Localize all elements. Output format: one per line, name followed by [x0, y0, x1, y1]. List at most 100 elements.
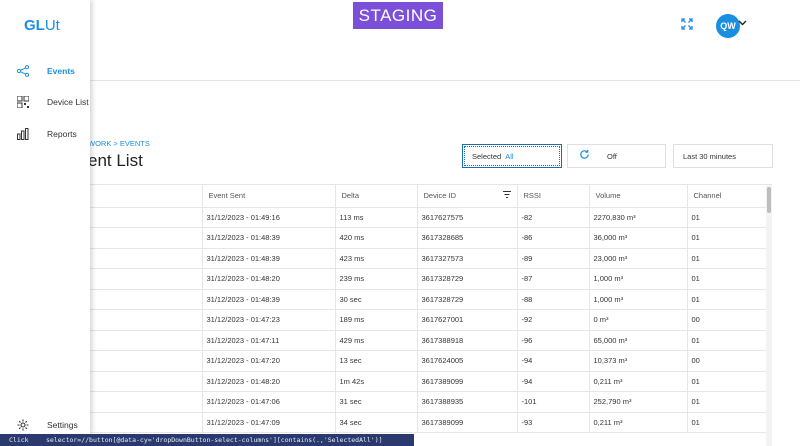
table-cell: 00 — [687, 309, 767, 331]
logo-bold-text: GL — [24, 17, 45, 34]
table-cell: -88 — [517, 289, 590, 310]
table-cell: 01 — [687, 371, 767, 392]
table-row[interactable]: 2/2023 - 01:48:0931/12/2023 - 01:48:3930… — [0, 289, 767, 310]
table-cell: 3617328685 — [417, 227, 518, 249]
sidebar: GLUt Events Device List Reports Settings — [0, 0, 90, 434]
time-range-value: Last 30 minutes — [683, 151, 736, 161]
table-cell: 36,000 m³ — [589, 227, 688, 249]
table-cell: -101 — [517, 391, 590, 413]
table-cell: 31/12/2023 - 01:48:20 — [202, 268, 336, 290]
app-logo[interactable]: GLUt — [24, 17, 60, 34]
table-cell: 3617327573 — [417, 248, 518, 269]
table-cell: 31/12/2023 - 01:47:23 — [202, 309, 336, 331]
table-cell: 189 ms — [335, 309, 418, 331]
table-cell: -93 — [517, 412, 590, 433]
table-cell: -92 — [517, 309, 590, 331]
table-row[interactable]: 2/2023 - 01:48:3931/12/2023 - 01:48:3942… — [0, 227, 767, 249]
table-cell: 0 m³ — [589, 309, 688, 331]
table-cell: 113 ms — [335, 207, 418, 228]
table-cell: 31/12/2023 - 01:48:39 — [202, 248, 336, 269]
sidebar-item-device-list[interactable]: Device List — [0, 92, 90, 112]
sidebar-item-settings[interactable]: Settings — [0, 415, 90, 435]
command-selector: selector=//button[@data-cy='dropDownButt… — [46, 436, 383, 444]
table-cell: 3617389099 — [417, 371, 518, 392]
table-header-row: ent CreatedEvent SentDeltaDevice IDRSSIV… — [0, 185, 767, 208]
header-divider — [90, 80, 800, 81]
table-cell: 0,211 m³ — [589, 371, 688, 392]
table-cell: 23,000 m³ — [589, 248, 688, 269]
user-avatar[interactable]: QW — [716, 14, 740, 38]
table-cell: 01 — [687, 330, 767, 351]
table-cell: 01 — [687, 268, 767, 290]
table-cell: 1,000 m³ — [589, 289, 688, 310]
gear-icon — [17, 419, 29, 431]
column-header[interactable]: Volume — [589, 185, 688, 208]
column-header[interactable]: Channel — [687, 185, 767, 208]
table-cell: 3617624005 — [417, 350, 518, 372]
table-cell: 2270,830 m³ — [589, 207, 688, 228]
table-cell: 239 ms — [335, 268, 418, 290]
table-cell: 31/12/2023 - 01:47:06 — [202, 391, 336, 413]
table-scrollbar[interactable] — [766, 185, 772, 446]
table-row[interactable]: 2/2023 - 01:47:1131/12/2023 - 01:47:1142… — [0, 330, 767, 351]
column-header[interactable]: Event Sent — [202, 185, 336, 208]
logo-rest-text: Ut — [44, 17, 60, 34]
table-cell: 252,790 m³ — [589, 391, 688, 413]
sidebar-item-reports[interactable]: Reports — [0, 124, 90, 144]
refresh-icon[interactable] — [577, 149, 591, 163]
table-row[interactable]: 2/2023 - 01:48:3931/12/2023 - 01:48:3942… — [0, 248, 767, 269]
table-row[interactable]: 2/2023 - 01:49:1631/12/2023 - 01:49:1611… — [0, 207, 767, 228]
environment-badge: STAGING — [353, 2, 443, 29]
table-cell: 423 ms — [335, 248, 418, 269]
table-cell: 01 — [687, 207, 767, 228]
auto-refresh-select[interactable]: Off — [567, 144, 666, 168]
table-row[interactable]: 2/2023 - 01:46:3531/12/2023 - 01:47:0631… — [0, 391, 767, 413]
table-cell: 0,211 m³ — [589, 412, 688, 433]
table-cell: 31 sec — [335, 391, 418, 413]
table-cell: 31/12/2023 - 01:47:11 — [202, 330, 336, 351]
table-cell: 3617627575 — [417, 207, 518, 228]
table-cell: 01 — [687, 412, 767, 433]
table-row[interactable]: 2/2023 - 01:46:3831/12/2023 - 01:48:201m… — [0, 371, 767, 392]
column-header[interactable]: RSSI — [517, 185, 590, 208]
chevron-down-icon[interactable] — [738, 17, 747, 29]
time-range-select[interactable]: Last 30 minutes — [673, 144, 773, 168]
table-cell: 01 — [687, 391, 767, 413]
table-cell: -86 — [517, 227, 590, 249]
breadcrumb[interactable]: WORK > EVENTS — [88, 139, 150, 148]
bar-chart-icon — [17, 128, 29, 140]
column-header-label: Device ID — [423, 191, 457, 201]
main-content: STAGING QW WORK > EVENTS ent List Select… — [0, 0, 800, 446]
table-row[interactable]: 2/2023 - 01:48:2031/12/2023 - 01:48:2023… — [0, 268, 767, 290]
column-header[interactable]: Device ID — [417, 185, 518, 208]
table-cell: 30 sec — [335, 289, 418, 310]
table-cell: 1,000 m³ — [589, 268, 688, 290]
table-cell: -94 — [517, 371, 590, 392]
sidebar-item-label: Reports — [47, 129, 77, 139]
table-cell: 3617328729 — [417, 268, 518, 290]
table-cell: 3617389099 — [417, 412, 518, 433]
table-cell: 429 ms — [335, 330, 418, 351]
table-cell: 65,000 m³ — [589, 330, 688, 351]
table-scroll-thumb[interactable] — [767, 187, 771, 213]
table-cell: 10,373 m³ — [589, 350, 688, 372]
table-row[interactable]: 2/2023 - 01:47:0731/12/2023 - 01:47:2013… — [0, 350, 767, 372]
sidebar-item-events[interactable]: Events — [0, 61, 90, 81]
sidebar-item-label: Device List — [47, 97, 89, 107]
fullscreen-icon[interactable] — [680, 18, 694, 32]
table-cell: -94 — [517, 350, 590, 372]
select-columns-button[interactable]: Selected All — [462, 144, 562, 168]
table-cell: 31/12/2023 - 01:48:39 — [202, 227, 336, 249]
filter-icon[interactable] — [502, 191, 511, 200]
column-header-label: RSSI — [523, 191, 542, 201]
table-row[interactable]: 2/2023 - 01:47:2331/12/2023 - 01:47:2318… — [0, 309, 767, 331]
column-header[interactable]: Delta — [335, 185, 418, 208]
sidebar-item-label: Events — [47, 66, 75, 76]
table-cell: 31/12/2023 - 01:47:09 — [202, 412, 336, 433]
table-row[interactable]: 2/2023 - 01:46:3431/12/2023 - 01:47:0934… — [0, 412, 767, 433]
table-cell: 31/12/2023 - 01:47:20 — [202, 350, 336, 372]
table-cell: 31/12/2023 - 01:48:39 — [202, 289, 336, 310]
table-cell: 3617627001 — [417, 309, 518, 331]
qr-code-icon — [16, 95, 30, 109]
table-cell: 13 sec — [335, 350, 418, 372]
